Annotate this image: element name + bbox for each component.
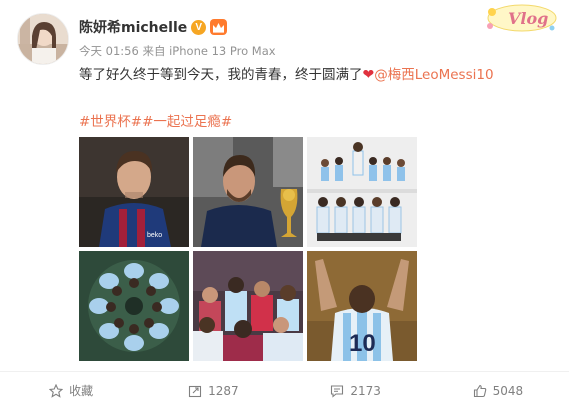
like-count: 5048 (492, 383, 524, 398)
repost-icon (189, 385, 202, 397)
comment-count: 2173 (350, 383, 381, 398)
verified-badge-icon: V (191, 19, 207, 35)
thumbs-up-icon (473, 384, 486, 397)
weibo-post-card: 陈妍希michelle V 今天 01:56 来自 iPhone 13 Pro … (0, 0, 569, 409)
repost-count: 1287 (208, 383, 239, 398)
like-button[interactable]: 5048 (427, 372, 569, 409)
post-body: 等了好久终于等到今天，我的青春，终于圆满了 (79, 67, 363, 83)
avatar[interactable] (17, 13, 69, 65)
vlog-sticker-text: Vlog (508, 9, 548, 28)
favorite-button[interactable]: 收藏 (0, 372, 142, 409)
action-bar: 收藏 1287 2173 5048 (0, 372, 569, 409)
post-text: 等了好久终于等到今天，我的青春，终于圆满了❤@梅西LeoMessi10 (79, 66, 494, 84)
image-grid: beko 10 (79, 137, 418, 361)
favorite-label: 收藏 (69, 384, 94, 398)
username-row: 陈妍希michelle V (79, 16, 228, 38)
hashtag-links[interactable]: #世界杯##一起过足瘾# (79, 110, 232, 130)
photo-messi-argentina-trophy[interactable] (193, 137, 303, 247)
member-crown-icon (210, 19, 228, 35)
post-source: 来自 iPhone 13 Pro Max (142, 44, 276, 58)
photo-messi-arms-raised-back[interactable]: 10 (307, 251, 417, 361)
mention-link[interactable]: @梅西LeoMessi10 (374, 67, 493, 83)
heart-icon: ❤ (362, 67, 375, 83)
photo-argentina-celebration-crowd[interactable] (193, 251, 303, 361)
svg-text:beko: beko (147, 232, 162, 239)
comment-icon (331, 384, 344, 398)
comment-button[interactable]: 2173 (285, 372, 427, 409)
svg-text:10: 10 (349, 330, 376, 357)
username[interactable]: 陈妍希michelle (79, 17, 187, 37)
vlog-sticker: Vlog (482, 2, 558, 36)
repost-button[interactable]: 1287 (142, 372, 284, 409)
post-meta: 今天 01:56 来自 iPhone 13 Pro Max (79, 43, 276, 59)
star-icon (49, 383, 64, 398)
photo-argentina-team-huddle[interactable] (79, 251, 189, 361)
photo-argentina-team-cartoon[interactable] (307, 137, 417, 247)
photo-messi-barcelona-portrait[interactable]: beko (79, 137, 189, 247)
post-timestamp[interactable]: 今天 01:56 (79, 44, 139, 58)
